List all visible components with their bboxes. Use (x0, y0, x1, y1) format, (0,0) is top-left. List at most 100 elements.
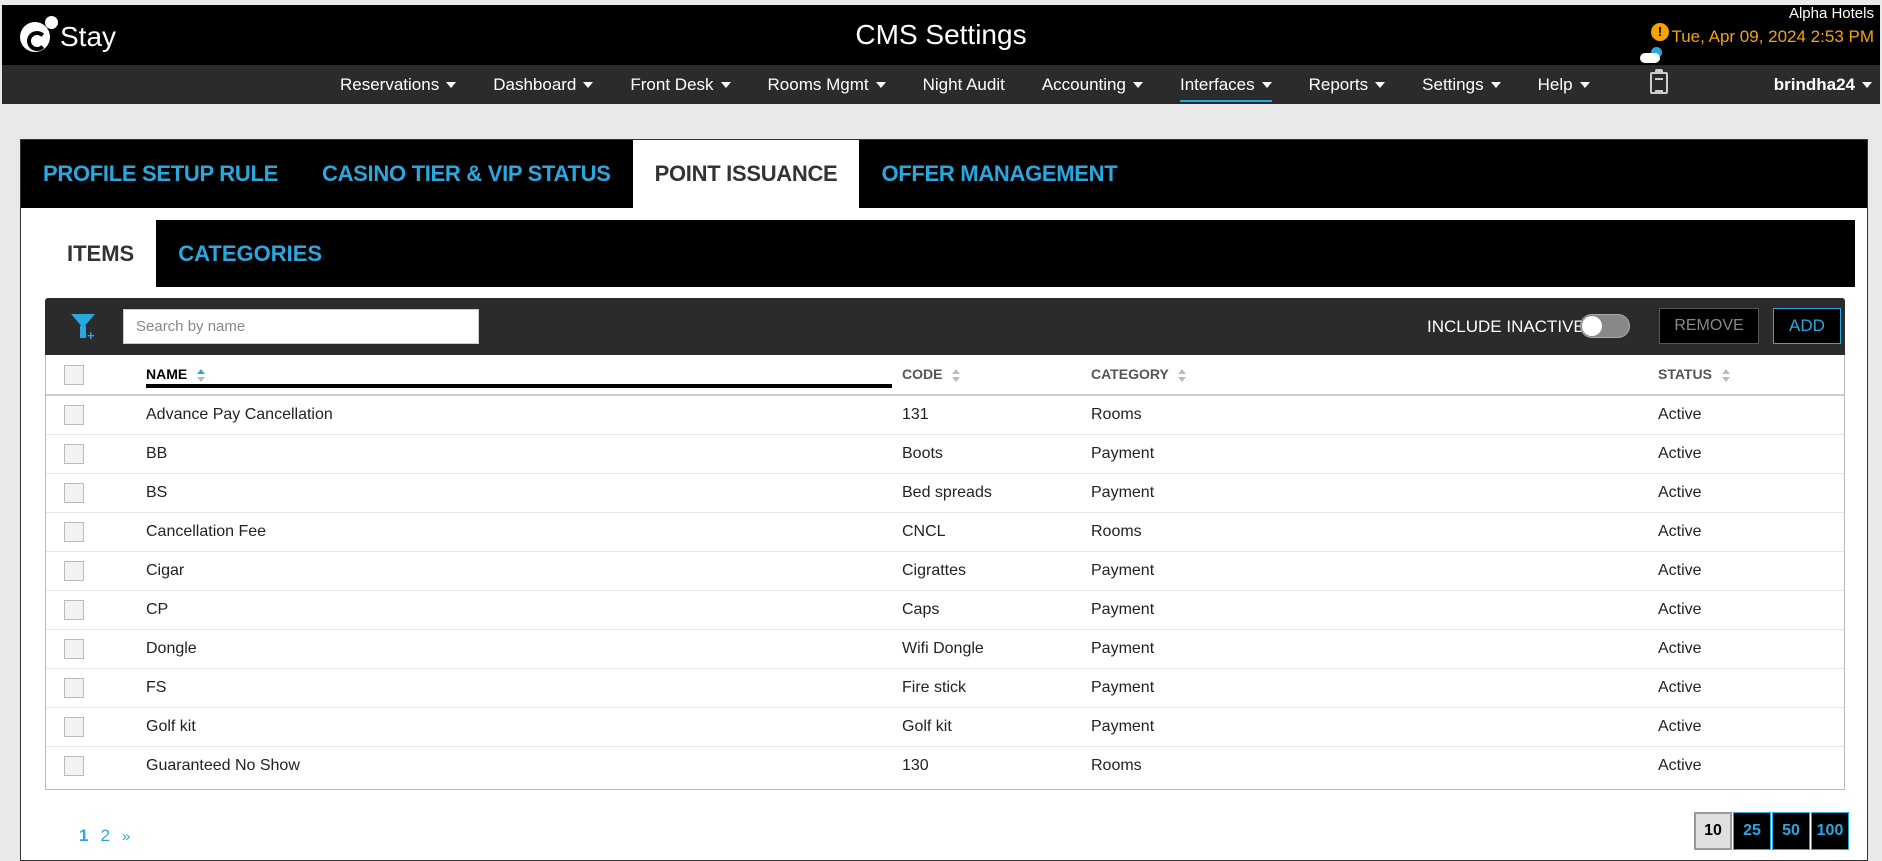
remove-button[interactable]: REMOVE (1659, 308, 1759, 344)
tab-offer-management[interactable]: OFFER MANAGEMENT (859, 140, 1139, 208)
sort-icon (1178, 368, 1187, 383)
table-row[interactable]: Cancellation Fee CNCL Rooms Active (46, 512, 1844, 552)
row-select-cell (46, 590, 146, 630)
table-row[interactable]: BS Bed spreads Payment Active (46, 473, 1844, 513)
page-link-2[interactable]: 2 (100, 826, 109, 846)
nav-item-label: Reports (1308, 74, 1369, 94)
alert-icon[interactable]: ! (1651, 23, 1669, 41)
column-label-name: NAME (146, 366, 188, 383)
add-button[interactable]: ADD (1773, 308, 1841, 344)
page-size-50-button[interactable]: 50 (1772, 812, 1810, 850)
nav-item-label: Accounting (1041, 74, 1126, 94)
nav-item-label: Dashboard (493, 74, 577, 94)
page-size-10-button[interactable]: 10 (1694, 812, 1732, 850)
tab-casino-tier-and-vip-status[interactable]: CASINO TIER & VIP STATUS (300, 140, 633, 208)
app-frame: Stay CMS Settings Alpha Hotels ! Tue, Ap… (0, 0, 1882, 861)
subtab-categories[interactable]: CATEGORIES (156, 220, 344, 287)
nav-item-accounting[interactable]: Accounting (1042, 65, 1143, 104)
column-header-name[interactable]: NAME (146, 355, 902, 396)
row-checkbox[interactable] (64, 521, 84, 542)
tab-point-issuance[interactable]: POINT ISSUANCE (632, 140, 860, 208)
cell-category: Rooms (1091, 512, 1658, 552)
table-row[interactable]: Guaranteed No Show 130 Rooms Active (46, 746, 1844, 785)
user-menu[interactable]: brindha24 (1774, 65, 1872, 104)
chevron-down-icon (1132, 81, 1143, 88)
page-link-1[interactable]: 1 (79, 826, 88, 846)
sort-asc-icon (197, 368, 206, 383)
nav-item-reports[interactable]: Reports (1309, 65, 1386, 104)
nav-item-reservations[interactable]: Reservations (340, 65, 457, 104)
row-select-cell (46, 746, 146, 785)
pagination: 1 2 » (79, 826, 130, 846)
column-header-code[interactable]: CODE (902, 355, 1091, 396)
page-size-100-button[interactable]: 100 (1811, 812, 1849, 850)
row-checkbox[interactable] (64, 638, 84, 659)
nav-item-dashboard[interactable]: Dashboard (493, 65, 594, 104)
cell-category: Payment (1091, 434, 1658, 474)
select-all-checkbox[interactable] (64, 364, 84, 385)
table-row[interactable]: CP Caps Payment Active (46, 590, 1844, 630)
hotel-name[interactable]: Alpha Hotels (1789, 5, 1874, 22)
tab-profile-setup-rule[interactable]: PROFILE SETUP RULE (21, 140, 300, 208)
cell-category: Rooms (1091, 395, 1658, 435)
nav-item-rooms-mgmt[interactable]: Rooms Mgmt (768, 65, 886, 104)
cell-name: BS (146, 473, 902, 513)
cell-name: BB (146, 434, 902, 474)
cell-name: Guaranteed No Show (146, 756, 300, 774)
cell-code: Golf kit (902, 707, 1091, 747)
row-checkbox[interactable] (64, 716, 84, 737)
main-navigation: Reservations Dashboard Front Desk Rooms Mgm… (2, 65, 1880, 104)
row-checkbox[interactable] (64, 755, 84, 776)
table-row[interactable]: FS Fire stick Payment Active (46, 668, 1844, 708)
nav-item-label: Front Desk (630, 74, 714, 94)
column-label-category: CATEGORY (1091, 366, 1169, 383)
nav-item-help[interactable]: Help (1538, 65, 1590, 104)
cell-name: Dongle (146, 629, 902, 669)
column-header-category[interactable]: CATEGORY (1091, 355, 1658, 396)
row-select-cell (46, 512, 146, 552)
nav-item-settings[interactable]: Settings (1422, 65, 1501, 104)
row-checkbox[interactable] (64, 599, 84, 620)
table-row[interactable]: Cigar Cigrattes Payment Active (46, 551, 1844, 591)
settings-panel: PROFILE SETUP RULE CASINO TIER & VIP STAT… (20, 139, 1868, 861)
cell-status: Active (1658, 590, 1844, 630)
sub-tabs: ITEMS CATEGORIES (45, 220, 1855, 287)
cell-category: Payment (1091, 629, 1658, 669)
chevron-down-icon (1579, 81, 1590, 88)
nav-item-front-desk[interactable]: Front Desk (630, 65, 731, 104)
chevron-down-icon (1261, 81, 1272, 88)
table-row[interactable]: Golf kit Golf kit Payment Active (46, 707, 1844, 747)
clipboard-icon[interactable] (1650, 69, 1668, 94)
chevron-down-icon (1375, 81, 1386, 88)
row-select-cell (46, 629, 146, 669)
page-size-25-button[interactable]: 25 (1733, 812, 1771, 850)
include-inactive-toggle[interactable] (1580, 314, 1630, 338)
row-checkbox[interactable] (64, 560, 84, 581)
page-title: CMS Settings (855, 19, 1027, 50)
table-row[interactable]: Dongle Wifi Dongle Payment Active (46, 629, 1844, 669)
cell-status: Active (1658, 629, 1844, 669)
search-input[interactable] (123, 309, 479, 344)
add-filter-icon[interactable]: + (71, 314, 95, 343)
nav-item-night-audit[interactable]: Night Audit (923, 65, 1005, 104)
cell-status: Active (1658, 668, 1844, 708)
next-page-link[interactable]: » (122, 828, 130, 845)
cell-code: Cigrattes (902, 551, 1091, 591)
subtab-items[interactable]: ITEMS (45, 220, 157, 287)
nav-item-label: Help (1537, 74, 1573, 94)
row-checkbox[interactable] (64, 677, 84, 698)
row-checkbox[interactable] (64, 404, 84, 425)
table-row[interactable]: Advance Pay Cancellation 131 Rooms Active (46, 395, 1844, 435)
cell-name: FS (146, 668, 902, 708)
cell-code: Bed spreads (902, 473, 1091, 513)
row-select-cell (46, 434, 146, 474)
row-checkbox[interactable] (64, 443, 84, 464)
table-row[interactable]: BB Boots Payment Active (46, 434, 1844, 474)
cell-category: Payment (1091, 551, 1658, 591)
cell-code: Boots (902, 434, 1091, 474)
column-label-status: STATUS (1658, 366, 1712, 383)
row-checkbox[interactable] (64, 482, 84, 503)
nav-item-interfaces[interactable]: Interfaces (1179, 65, 1272, 104)
weather-icon[interactable] (1640, 47, 1662, 63)
column-header-status[interactable]: STATUS (1658, 355, 1844, 396)
